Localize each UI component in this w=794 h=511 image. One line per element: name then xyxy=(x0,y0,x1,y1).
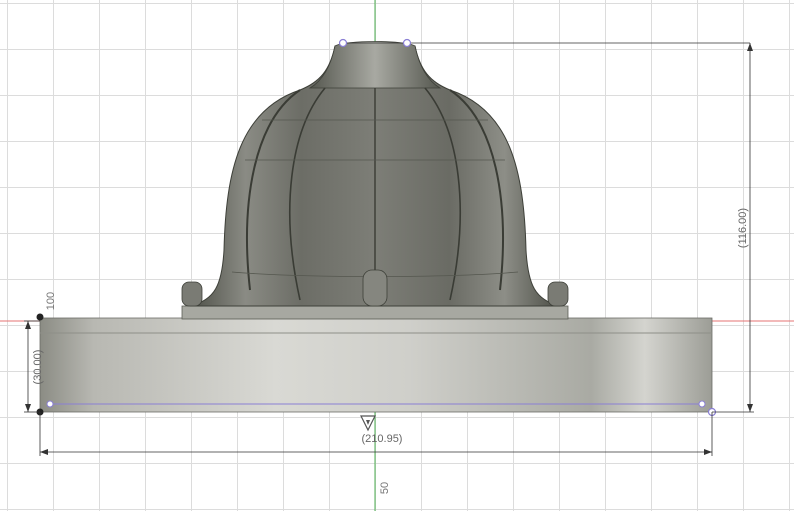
sketch-point-bottom-left[interactable] xyxy=(46,400,54,408)
dim-width-value[interactable]: (210.95) xyxy=(350,433,414,445)
origin-point-icon[interactable] xyxy=(36,313,44,321)
sketch-point-top-right[interactable] xyxy=(402,38,412,48)
inverted-triangle-icon[interactable] xyxy=(360,415,376,432)
dim-width-arrow-left xyxy=(40,449,48,455)
bolt-knob-center[interactable] xyxy=(362,269,388,307)
bolt-knob-left[interactable] xyxy=(181,281,203,307)
sketch-point-top-left[interactable] xyxy=(338,38,348,48)
base-block[interactable] xyxy=(39,317,713,413)
dim-base-value[interactable]: (30.00) xyxy=(32,337,44,397)
cad-viewport[interactable]: (116.00) (30.00) (210.95) 100 50 xyxy=(0,0,794,511)
axis-label-50: 50 xyxy=(379,481,391,495)
axis-label-100: 100 xyxy=(45,291,57,311)
dim-height-arrow-top xyxy=(747,43,753,51)
dome-flange[interactable] xyxy=(181,305,569,320)
dome-neck xyxy=(308,41,442,89)
dim-height-value[interactable]: (116.00) xyxy=(737,198,749,258)
dim-base-arrow-top xyxy=(25,321,31,329)
dim-base-arrow-bottom xyxy=(25,404,31,412)
bolt-knob-right[interactable] xyxy=(547,281,569,307)
sketch-point-bottom-inner-right[interactable] xyxy=(698,400,706,408)
dim-height-arrow-bottom xyxy=(747,404,753,412)
dim-width-arrow-right xyxy=(704,449,712,455)
